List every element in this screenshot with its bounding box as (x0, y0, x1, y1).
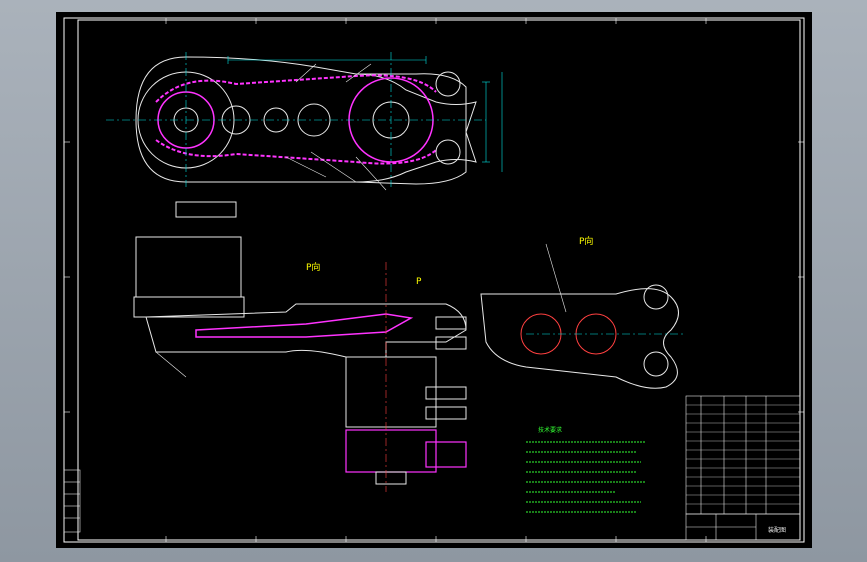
cad-drawing-sheet: P向 P P向 技术要求 装配图 (56, 12, 812, 548)
front-view: P向 P (133, 201, 467, 492)
base-motor (345, 429, 437, 473)
inner-frame (77, 19, 801, 541)
lug-top (435, 71, 461, 97)
fork-jaws (425, 316, 467, 420)
outer-frame (63, 17, 805, 543)
top-dimensions (106, 52, 503, 187)
motor-top (175, 201, 237, 218)
drawing-svg: P向 P P向 技术要求 装配图 (63, 17, 805, 543)
column (345, 356, 437, 428)
side-view-label: P (416, 277, 422, 287)
right-leader (545, 243, 567, 313)
zone-ticks (64, 18, 804, 542)
motor-housing (135, 236, 242, 298)
notes-title: 技术要求 (538, 426, 562, 434)
chain-lower (155, 139, 437, 165)
chain-upper (155, 74, 437, 103)
arm-body (145, 303, 467, 358)
technical-notes: 技术要求 (526, 426, 646, 513)
right-lug-top (643, 284, 669, 310)
main-view-label: P向 (306, 261, 320, 273)
side-box (425, 441, 467, 468)
top-view (106, 52, 503, 191)
right-view-label: P向 (579, 235, 593, 247)
base-foot (375, 471, 407, 485)
top-view-outline (135, 56, 477, 183)
parts-list (685, 395, 801, 515)
right-view: P向 (480, 235, 686, 389)
title-block-label: 装配图 (768, 526, 786, 534)
parts-list-rows (686, 404, 800, 505)
right-lug-bottom (643, 351, 669, 377)
front-section-mark (155, 351, 187, 378)
top-view-outline-right (355, 73, 467, 185)
